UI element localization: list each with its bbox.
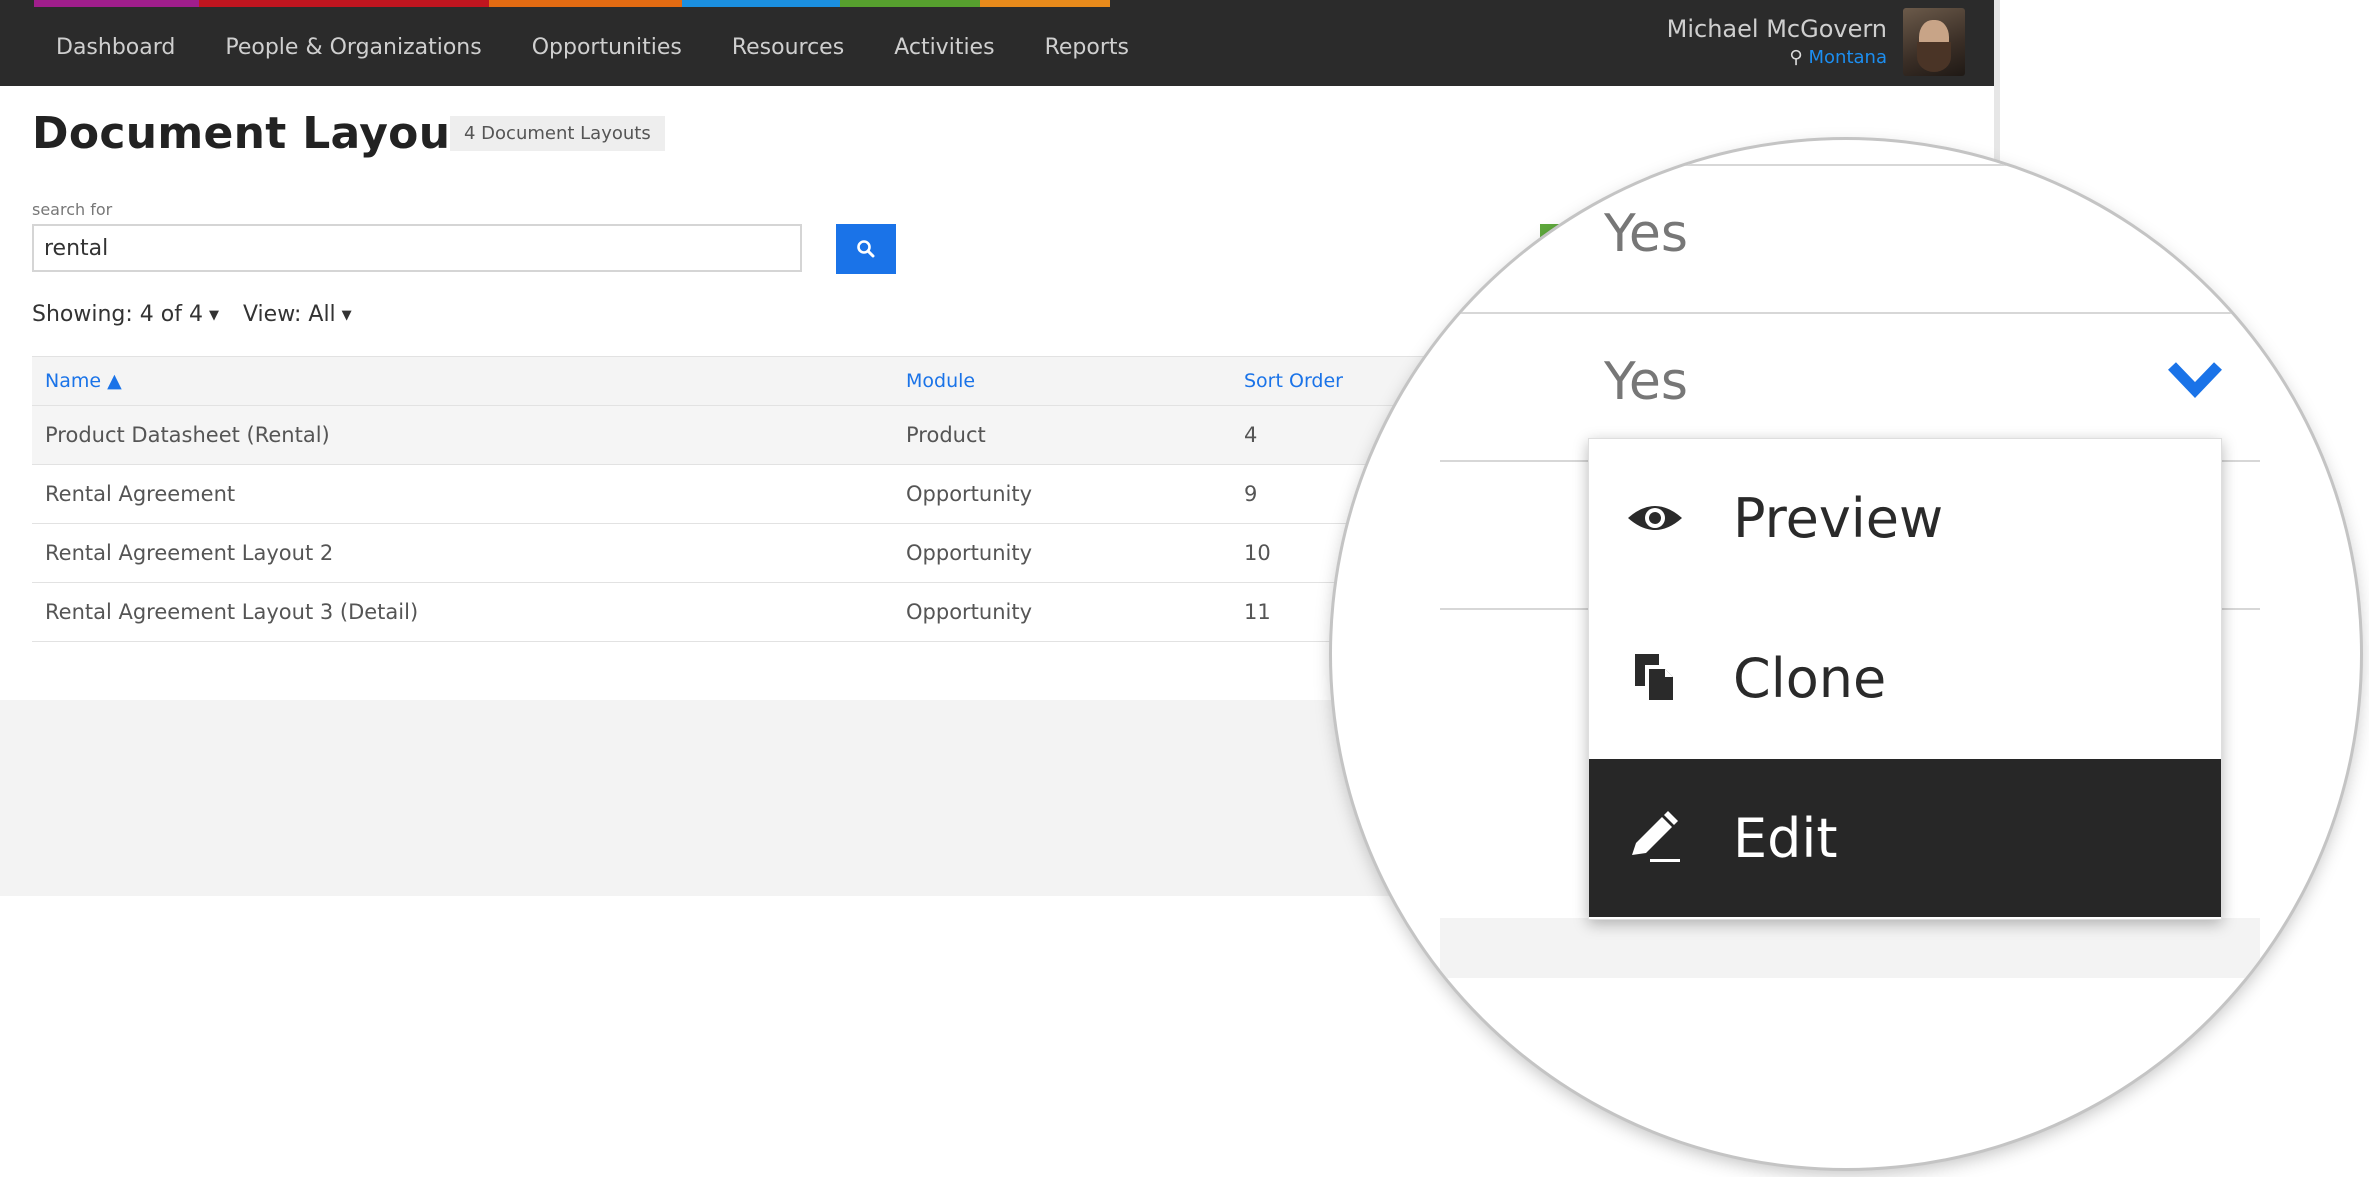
actions-dropdown-menu: Preview Clone Edit xyxy=(1588,438,2222,920)
caret-down-icon: ▼ xyxy=(208,307,219,323)
page-title: Document Layouts xyxy=(32,108,499,159)
menu-item-label: Clone xyxy=(1733,646,1887,710)
document-layouts-table: Name ▲ Module Sort Order Product Datashe… xyxy=(32,356,1500,642)
menu-item-label: Edit xyxy=(1733,806,1838,870)
menu-item-clone[interactable]: Clone xyxy=(1589,599,2221,757)
nav-color-strip-dashboard xyxy=(34,0,199,7)
user-info: Michael McGovern ⚲ Montana xyxy=(1667,13,1887,71)
zoom-yes-value-1: Yes xyxy=(1604,204,1688,264)
column-header-module[interactable]: Module xyxy=(906,357,975,405)
view-filter[interactable]: View: All ▼ xyxy=(243,302,352,327)
nav-color-strip-reports xyxy=(980,0,1110,7)
table-row[interactable]: Rental Agreement Layout 3 (Detail) Oppor… xyxy=(32,583,1500,642)
nav-item-people-organizations[interactable]: People & Organizations xyxy=(200,22,506,74)
copy-icon xyxy=(1625,648,1685,708)
cell-sort-order: 10 xyxy=(1244,541,1271,565)
user-name: Michael McGovern xyxy=(1666,15,1887,43)
caret-down-icon: ▼ xyxy=(341,307,352,323)
pencil-icon xyxy=(1625,808,1685,868)
top-navigation-bar: Dashboard People & Organizations Opportu… xyxy=(0,0,2000,86)
cell-name: Rental Agreement Layout 3 (Detail) xyxy=(45,600,419,624)
nav-item-resources[interactable]: Resources xyxy=(707,22,869,74)
search-icon xyxy=(857,240,875,258)
nav-color-strip-activities xyxy=(840,0,980,7)
table-row[interactable]: Rental Agreement Layout 2 Opportunity 10 xyxy=(32,524,1500,583)
chevron-down-icon[interactable] xyxy=(2166,354,2224,404)
eye-icon xyxy=(1625,488,1685,548)
menu-item-preview[interactable]: Preview xyxy=(1589,439,2221,597)
nav-item-opportunities[interactable]: Opportunities xyxy=(507,22,707,74)
cell-sort-order: 11 xyxy=(1244,600,1271,624)
showing-filter[interactable]: Showing: 4 of 4 ▼ xyxy=(32,302,219,327)
cell-module: Opportunity xyxy=(906,482,1033,506)
main-nav: Dashboard People & Organizations Opportu… xyxy=(34,22,1154,74)
nav-item-activities[interactable]: Activities xyxy=(869,22,1019,74)
view-filter-label: View: All xyxy=(242,302,336,327)
cell-sort-order: 4 xyxy=(1244,423,1258,447)
nav-color-strip-opportunities xyxy=(489,0,682,7)
zoom-content: Yes Yes Preview Clone Edit xyxy=(1332,140,2360,1168)
user-menu[interactable]: Michael McGovern ⚲ Montana xyxy=(1667,6,1965,78)
zoom-footer-area xyxy=(1440,918,2260,978)
zoom-row-divider xyxy=(1440,312,2260,314)
cell-module: Opportunity xyxy=(906,541,1033,565)
table-row[interactable]: Product Datasheet (Rental) Product 4 xyxy=(32,406,1500,465)
avatar[interactable] xyxy=(1903,8,1965,76)
zoom-magnifier: Yes Yes Preview Clone Edit xyxy=(1332,140,2360,1168)
table-row[interactable]: Rental Agreement Opportunity 9 xyxy=(32,465,1500,524)
zoom-row-divider xyxy=(1440,164,2260,166)
avatar-beard xyxy=(1917,42,1951,72)
cell-module: Product xyxy=(906,423,986,447)
showing-filter-label: Showing: 4 of 4 xyxy=(32,302,203,327)
count-badge: 4 Document Layouts xyxy=(450,116,665,151)
cell-name: Rental Agreement xyxy=(45,482,236,506)
search-button[interactable] xyxy=(836,224,896,274)
menu-item-label: Preview xyxy=(1733,486,1944,550)
nav-color-strip-resources xyxy=(682,0,840,7)
cell-name: Product Datasheet (Rental) xyxy=(45,423,330,447)
list-filters: Showing: 4 of 4 ▼ View: All ▼ xyxy=(32,302,352,327)
search-label: search for xyxy=(32,200,113,219)
table-header: Name ▲ Module Sort Order xyxy=(32,356,1500,406)
nav-item-dashboard[interactable]: Dashboard xyxy=(34,22,200,74)
user-location-label: Montana xyxy=(1808,47,1887,68)
user-location[interactable]: ⚲ Montana xyxy=(1667,45,1887,71)
cell-name: Rental Agreement Layout 2 xyxy=(45,541,334,565)
nav-item-reports[interactable]: Reports xyxy=(1020,22,1154,74)
cell-module: Opportunity xyxy=(906,600,1033,624)
menu-item-edit[interactable]: Edit xyxy=(1589,759,2221,917)
nav-color-strip-people xyxy=(199,0,489,7)
zoom-yes-value-2: Yes xyxy=(1604,352,1688,412)
map-pin-icon: ⚲ xyxy=(1789,47,1803,68)
column-header-name[interactable]: Name ▲ xyxy=(45,357,122,405)
cell-sort-order: 9 xyxy=(1244,482,1258,506)
search-input[interactable] xyxy=(32,224,802,272)
column-header-sort-order[interactable]: Sort Order xyxy=(1244,357,1343,405)
